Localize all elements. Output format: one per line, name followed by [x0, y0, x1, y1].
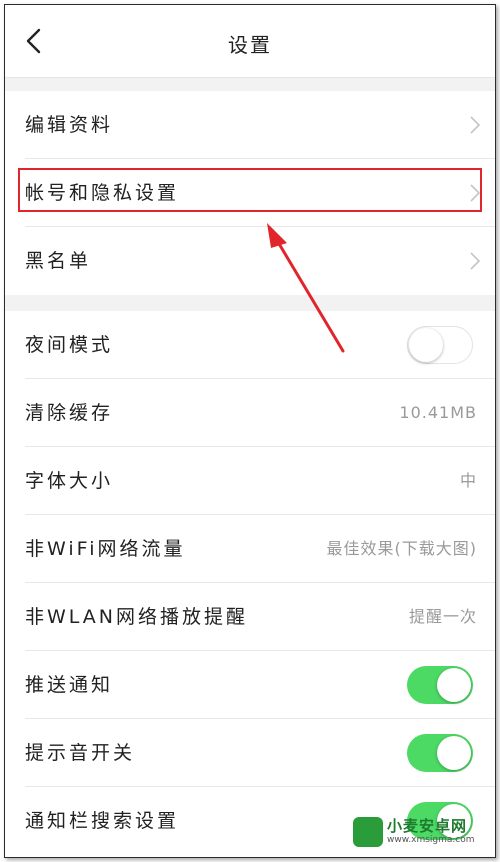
settings-row-non-wlan-playback[interactable]: 非WLAN网络播放提醒 提醒一次 — [5, 583, 495, 651]
row-label: 夜间模式 — [25, 334, 114, 356]
page-title: 设置 — [228, 33, 272, 57]
row-label: 黑名单 — [25, 250, 92, 272]
row-label: 字体大小 — [25, 470, 114, 492]
sound-toggle[interactable] — [407, 734, 473, 772]
row-label: 编辑资料 — [25, 114, 114, 136]
chevron-right-icon — [470, 116, 481, 134]
highlight-box — [18, 168, 482, 212]
push-notifications-toggle[interactable] — [407, 666, 473, 704]
settings-row-font-size[interactable]: 字体大小 中 — [5, 447, 495, 515]
settings-row-clear-cache[interactable]: 清除缓存 10.41MB — [5, 379, 495, 447]
phone-screen: 设置 编辑资料 帐号和隐私设置 黑名单 夜间模式 清除缓存 10.41MB 字体… — [4, 4, 496, 858]
settings-row-blacklist[interactable]: 黑名单 — [5, 227, 495, 295]
non-wifi-traffic-value: 最佳效果(下载大图) — [326, 539, 477, 558]
font-size-value: 中 — [459, 471, 477, 490]
chevron-right-icon — [470, 252, 481, 270]
watermark-name: 小麦安卓网 — [387, 817, 468, 835]
section-divider — [5, 295, 495, 311]
navigation-bar: 设置 — [5, 5, 495, 78]
watermark-url: www.xmsigma.com — [387, 835, 475, 845]
row-label: 非WLAN网络播放提醒 — [25, 606, 249, 628]
night-mode-toggle[interactable] — [407, 326, 473, 364]
row-label: 推送通知 — [25, 674, 114, 696]
settings-row-edit-profile[interactable]: 编辑资料 — [5, 91, 495, 159]
section-divider — [5, 78, 495, 91]
row-label: 通知栏搜索设置 — [25, 810, 180, 832]
toggle-knob — [437, 668, 471, 702]
row-label: 提示音开关 — [25, 742, 136, 764]
toggle-knob — [409, 328, 443, 362]
cache-size-value: 10.41MB — [399, 403, 477, 422]
settings-row-non-wifi-traffic[interactable]: 非WiFi网络流量 最佳效果(下载大图) — [5, 515, 495, 583]
settings-row-push-notifications: 推送通知 — [5, 651, 495, 719]
non-wlan-playback-value: 提醒一次 — [408, 607, 477, 626]
watermark: 小麦安卓网 www.xmsigma.com — [353, 815, 489, 851]
settings-row-night-mode: 夜间模式 — [5, 311, 495, 379]
row-label: 清除缓存 — [25, 402, 114, 424]
toggle-knob — [437, 736, 471, 770]
watermark-logo-icon — [353, 817, 383, 847]
row-label: 非WiFi网络流量 — [25, 538, 186, 560]
settings-row-sound: 提示音开关 — [5, 719, 495, 787]
